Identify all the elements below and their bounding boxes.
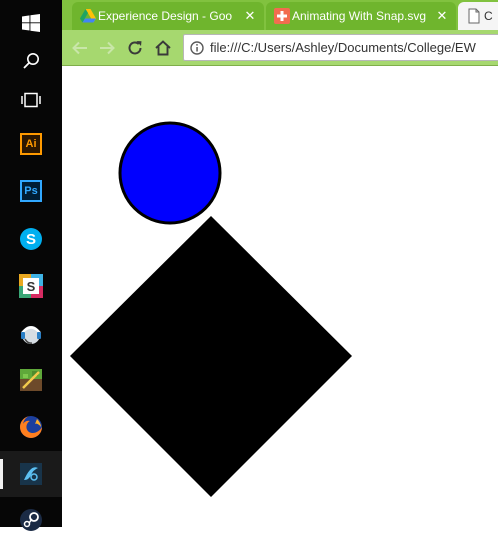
tab-title: C bbox=[484, 9, 493, 23]
taskbar-minecraft[interactable] bbox=[0, 357, 62, 403]
tab-animating-with-snap[interactable]: Animating With Snap.svg ✕ bbox=[266, 2, 456, 30]
firefox-icon bbox=[20, 416, 42, 438]
arrow-left-icon bbox=[72, 41, 87, 55]
tab-title: Experience Design - Goo bbox=[98, 9, 233, 23]
svg-canvas bbox=[70, 121, 352, 497]
reload-button[interactable] bbox=[124, 37, 146, 59]
tab-experience-design[interactable]: Experience Design - Goo ✕ bbox=[72, 2, 264, 30]
close-icon[interactable]: ✕ bbox=[436, 8, 448, 24]
tab-strip: Experience Design - Goo ✕ Animating With… bbox=[62, 0, 498, 30]
taskbar-photoshop[interactable]: Ps bbox=[0, 168, 62, 214]
document-icon bbox=[468, 8, 480, 24]
task-view-icon bbox=[21, 92, 41, 108]
minecraft-icon bbox=[20, 369, 42, 391]
forward-button[interactable] bbox=[96, 37, 118, 59]
reload-icon bbox=[128, 41, 142, 55]
taskbar-headset-app[interactable] bbox=[0, 311, 62, 357]
steam-icon bbox=[20, 509, 42, 531]
taskbar-chrome-app[interactable] bbox=[0, 451, 62, 497]
arrow-right-icon bbox=[100, 41, 115, 55]
black-diamond bbox=[70, 216, 352, 497]
taskbar-skype[interactable]: S bbox=[0, 216, 62, 262]
windows-taskbar: Ai Ps S S bbox=[0, 0, 62, 531]
tab-active-document[interactable]: C bbox=[458, 2, 498, 30]
home-icon bbox=[155, 40, 171, 56]
google-drive-icon bbox=[80, 9, 96, 23]
url-text: file:///C:/Users/Ashley/Documents/Colleg… bbox=[210, 40, 476, 55]
skype-icon: S bbox=[20, 228, 42, 250]
page-content bbox=[62, 66, 498, 527]
search-icon bbox=[23, 53, 39, 69]
task-view-button[interactable] bbox=[0, 77, 62, 123]
headset-icon bbox=[21, 326, 41, 344]
taskbar-illustrator[interactable]: Ai bbox=[0, 121, 62, 167]
taskbar-firefox[interactable] bbox=[0, 404, 62, 450]
browser-app-icon bbox=[20, 463, 42, 485]
tab-title: Animating With Snap.svg bbox=[292, 9, 427, 23]
taskbar-steam[interactable] bbox=[0, 497, 62, 543]
back-button[interactable] bbox=[69, 37, 91, 59]
skype-icon-letter: S bbox=[26, 231, 36, 248]
blue-circle bbox=[118, 121, 222, 225]
slack-icon: S bbox=[19, 274, 43, 298]
browser-window: Experience Design - Goo ✕ Animating With… bbox=[62, 0, 498, 527]
illustrator-icon: Ai bbox=[20, 133, 42, 155]
slack-icon-letter: S bbox=[27, 279, 36, 294]
browser-toolbar: file:///C:/Users/Ashley/Documents/Colleg… bbox=[62, 30, 498, 66]
taskbar-slack[interactable]: S bbox=[0, 263, 62, 309]
windows-logo-icon bbox=[22, 14, 40, 32]
home-button[interactable] bbox=[152, 37, 174, 59]
medical-cross-icon bbox=[274, 8, 290, 24]
photoshop-icon: Ps bbox=[20, 180, 42, 202]
address-bar[interactable]: file:///C:/Users/Ashley/Documents/Colleg… bbox=[183, 34, 498, 61]
close-icon[interactable]: ✕ bbox=[244, 8, 256, 24]
info-icon[interactable] bbox=[184, 40, 210, 55]
